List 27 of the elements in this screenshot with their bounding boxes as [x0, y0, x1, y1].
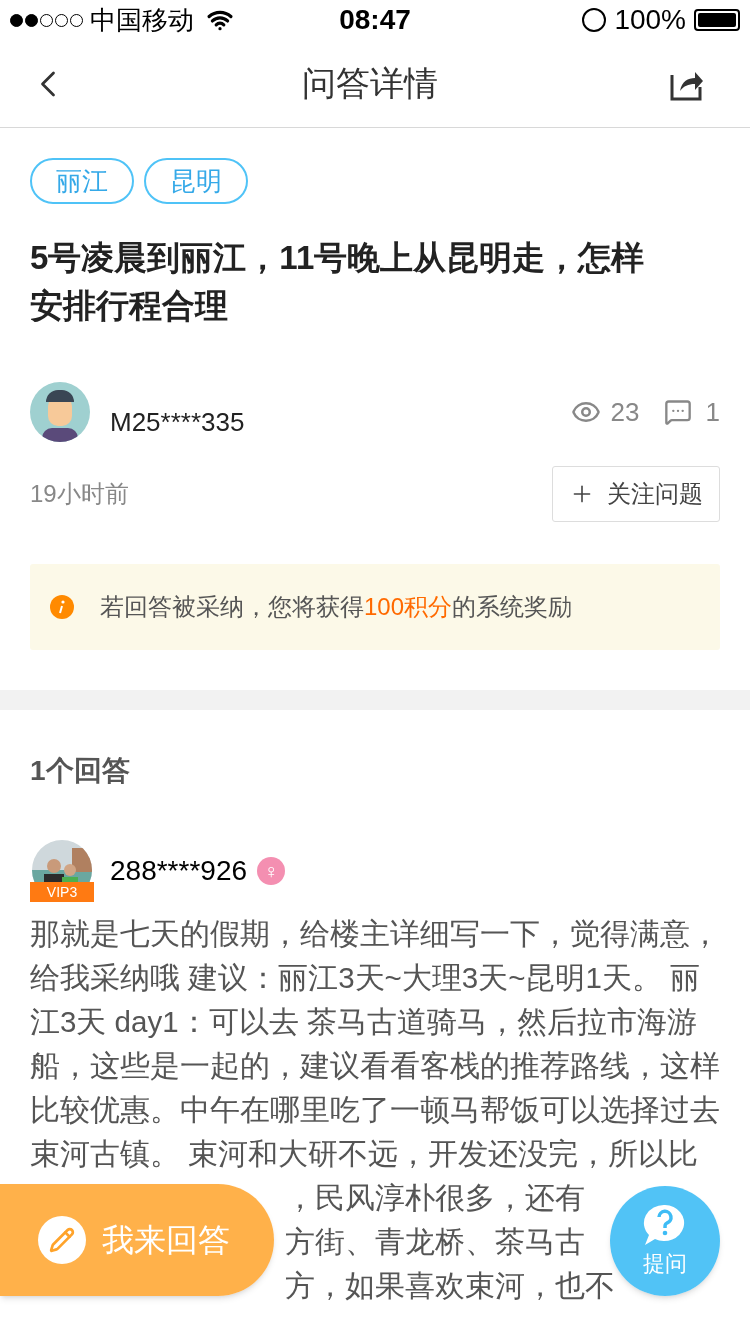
answer-button[interactable]: 我来回答	[0, 1184, 274, 1296]
follow-question-button[interactable]: 关注问题	[552, 466, 720, 522]
view-count: 23	[610, 395, 640, 429]
pencil-icon	[38, 1216, 86, 1264]
answer-text-fragment: ，民风淳朴很多，还有	[285, 1181, 585, 1214]
gender-symbol: ♀	[257, 857, 286, 885]
avatar	[30, 382, 90, 442]
vip-badge: VIP3	[30, 882, 94, 902]
clock: 08:47	[338, 3, 412, 37]
carrier-name: 中国移动	[90, 3, 194, 37]
notice-text: 若回答被采纳，您将获得100积分的系统奖励	[100, 592, 573, 622]
comment-count: 1	[705, 395, 720, 429]
comment-icon	[663, 398, 692, 426]
info-icon	[50, 595, 74, 619]
tag-chip[interactable]: 昆明	[144, 158, 248, 204]
tag-chip[interactable]: 丽江	[30, 158, 134, 204]
post-time: 19小时前	[30, 479, 129, 509]
page-title: 问答详情	[302, 63, 438, 104]
answer-text: 那就是七天的假期，给楼主详细写一下，觉得满意，给我采纳哦 建议：丽江3天~大理3天~昆明1天。 丽江3天 day1：可以去 茶马古道骑马，然后拉市海游船，这些是一起的，建议看看客栈的推荐路线，这样比较优惠。中午在哪里吃了一顿马帮饭可以选择过去束河古镇。 束河和大研不远，开发还没完，所以比	[30, 916, 720, 1172]
answer-text-fragment: 方街、青龙桥、茶马古	[285, 1225, 585, 1258]
answerer-name: 288****926	[110, 854, 248, 888]
question-title: 5号凌晨到丽江，11号晚上从昆明走，怎样安排行程合理	[30, 238, 646, 326]
signal-icon	[10, 13, 83, 27]
battery-percent: 100%	[614, 3, 686, 37]
battery-icon	[694, 9, 740, 31]
answers-heading: 1个回答	[30, 754, 131, 788]
author-name: M25****335	[110, 405, 245, 439]
